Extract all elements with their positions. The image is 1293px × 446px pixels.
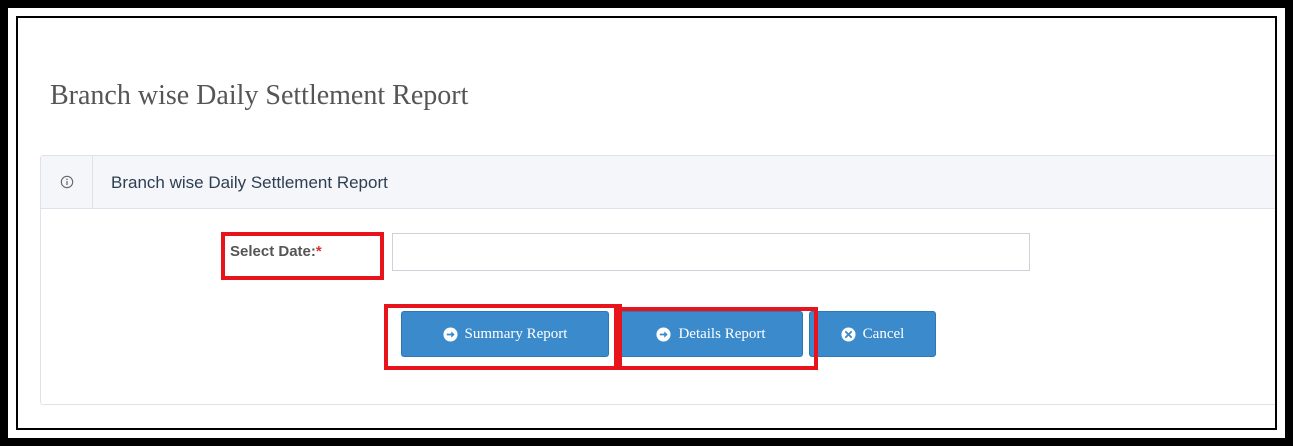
highlight-box-details xyxy=(614,307,818,370)
cancel-button[interactable]: Cancel xyxy=(809,311,936,357)
page-title: Branch wise Daily Settlement Report xyxy=(50,80,469,111)
panel-header: Branch wise Daily Settlement Report xyxy=(41,156,1275,209)
info-circle-icon xyxy=(60,175,74,189)
content-area: Branch wise Daily Settlement Report Bran… xyxy=(16,16,1277,430)
times-circle-icon xyxy=(841,326,856,342)
panel-icon-cell xyxy=(41,156,93,208)
panel-title: Branch wise Daily Settlement Report xyxy=(111,173,388,192)
highlight-box-date-label xyxy=(221,232,384,280)
select-date-input[interactable] xyxy=(392,233,1030,271)
highlight-box-summary xyxy=(384,304,622,370)
cancel-label: Cancel xyxy=(862,325,905,342)
